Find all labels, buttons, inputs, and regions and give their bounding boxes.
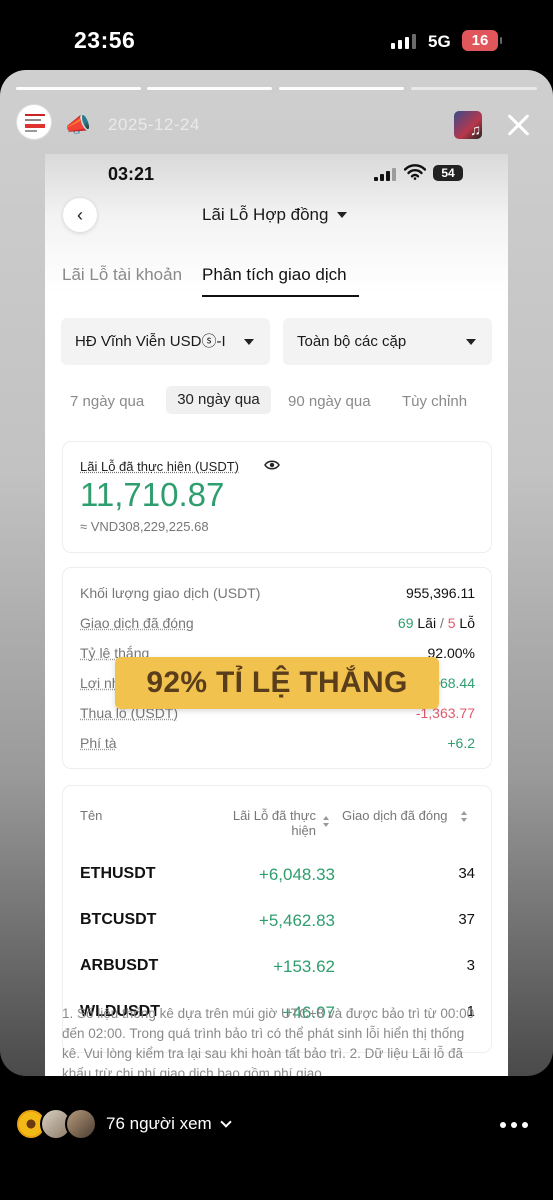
page-title[interactable]: Lãi Lỗ Hợp đồng <box>202 205 328 225</box>
story-date: 2025-12-24 <box>108 115 200 134</box>
story-progress-segment <box>147 87 272 90</box>
inner-status-time: 03:21 <box>108 164 155 184</box>
symbol-trades: 34 <box>458 865 475 882</box>
viewer-avatar[interactable] <box>65 1108 97 1140</box>
table-row[interactable]: BTCUSDT +5,462.83 37 <box>80 911 475 933</box>
stat-closed-value: 69 Lãi / 5 Lỗ <box>398 615 475 631</box>
range-custom[interactable]: Tùy chỉnh <box>402 392 467 412</box>
stat-closed-label[interactable]: Giao dịch đã đóng <box>80 615 194 631</box>
wifi-icon <box>404 164 426 180</box>
table-row[interactable]: ARBUSDT +153.62 3 <box>80 957 475 979</box>
symbol-trades: 37 <box>458 911 475 928</box>
symbol-pnl: +153.62 <box>273 957 335 976</box>
viewer-bar: 76 người xem <box>0 1076 553 1200</box>
realized-pnl-label: Lãi Lỗ đã thực hiện (USDT) <box>80 459 239 474</box>
status-time: 23:56 <box>74 27 136 53</box>
tab-account-pnl[interactable]: Lãi Lỗ tài khoản <box>62 265 182 285</box>
network-label: 5G <box>428 32 451 51</box>
more-icon[interactable] <box>500 1122 528 1128</box>
contract-type-dropdown[interactable]: HĐ Vĩnh Viễn USDⓢ-I <box>61 318 270 365</box>
table-row[interactable]: ETHUSDT +6,048.33 34 <box>80 865 475 887</box>
chevron-down-icon[interactable] <box>337 212 347 218</box>
story-progress-segment <box>16 87 141 90</box>
music-note-icon: ♫ <box>470 122 482 139</box>
tab-trade-analysis[interactable]: Phân tích giao dịch <box>202 265 347 285</box>
col-header-trades[interactable]: Giao dịch đã đóng <box>342 808 448 823</box>
phone-status-bar: 23:56 5G 16 <box>0 0 553 70</box>
sort-icon[interactable] <box>323 816 330 828</box>
range-7d[interactable]: 7 ngày qua <box>70 392 144 412</box>
symbol-name: ARBUSDT <box>80 957 159 974</box>
back-icon: ‹ <box>77 204 83 225</box>
closed-wins-word: Lãi <box>417 615 437 631</box>
sort-icon[interactable] <box>461 811 468 823</box>
closed-wins: 69 <box>397 615 414 631</box>
chevron-down-icon[interactable] <box>220 1116 232 1128</box>
closed-losses-word: Lỗ <box>459 615 475 631</box>
symbol-pnl: +6,048.33 <box>258 865 335 884</box>
close-icon[interactable] <box>503 110 533 140</box>
inner-battery-icon: 54 <box>433 165 463 181</box>
chevron-down-icon <box>244 339 254 345</box>
stat-fee: Phí tà +6.2 <box>80 735 475 755</box>
disclaimer-note: 1. Số liệu thống kê dựa trên múi giờ UTC… <box>62 1006 475 1081</box>
realized-pnl-value: 11,710.87 <box>80 476 225 513</box>
range-30d[interactable]: 30 ngày qua <box>166 386 271 414</box>
pairs-value: Toàn bộ các cặp <box>297 333 407 350</box>
pairs-dropdown[interactable]: Toàn bộ các cặp <box>283 318 492 365</box>
stat-volume-value: 955,396.11 <box>405 585 475 601</box>
back-button[interactable]: ‹ <box>63 198 97 232</box>
symbol-name: ETHUSDT <box>80 865 156 882</box>
winrate-banner: 92% TỈ LỆ THẮNG <box>115 657 439 709</box>
col-header-name: Tên <box>80 808 103 823</box>
stat-fee-value: +6.2 <box>447 735 475 751</box>
chevron-down-icon <box>466 339 476 345</box>
realized-pnl-card: Lãi Lỗ đã thực hiện (USDT) 11,710.87 ≈ V… <box>62 441 492 553</box>
battery-icon: 16 <box>462 30 502 51</box>
symbol-trades: 3 <box>466 957 475 974</box>
symbol-pnl: +5,462.83 <box>258 911 335 930</box>
stat-closed-trades: Giao dịch đã đóng 69 Lãi / 5 Lỗ <box>80 615 475 635</box>
story-progress-segment <box>279 87 404 90</box>
closed-separator: / <box>439 615 444 631</box>
story-progress-segment <box>411 87 537 90</box>
instagram-story-viewer: 23:56 5G 16 03:21 54 ‹ Lãi Lỗ Hợp đồng L… <box>0 0 553 1200</box>
inner-signal-icon <box>374 168 396 181</box>
stat-volume-label: Khối lượng giao dịch (USDT) <box>80 585 261 601</box>
megaphone-icon: 📣 <box>64 112 92 137</box>
active-tab-indicator <box>202 295 359 297</box>
closed-losses: 5 <box>447 615 456 631</box>
stat-volume: Khối lượng giao dịch (USDT) 955,396.11 <box>80 585 475 605</box>
range-90d[interactable]: 90 ngày qua <box>288 392 371 412</box>
symbol-name: BTCUSDT <box>80 911 157 928</box>
stat-fee-label[interactable]: Phí tà <box>80 735 117 751</box>
signal-icon <box>391 33 416 49</box>
shared-screenshot: 03:21 54 ‹ Lãi Lỗ Hợp đồng Lãi Lỗ tài kh… <box>45 154 508 1146</box>
eye-icon[interactable] <box>264 459 280 471</box>
realized-pnl-vnd: ≈ VND308,229,225.68 <box>80 519 209 534</box>
avatar[interactable] <box>16 104 52 140</box>
contract-type-value: HĐ Vĩnh Viễn USDⓢ-I <box>75 333 226 350</box>
col-header-pnl[interactable]: Lãi Lỗ đã thực hiện <box>210 808 316 838</box>
viewer-count[interactable]: 76 người xem <box>106 1114 212 1134</box>
